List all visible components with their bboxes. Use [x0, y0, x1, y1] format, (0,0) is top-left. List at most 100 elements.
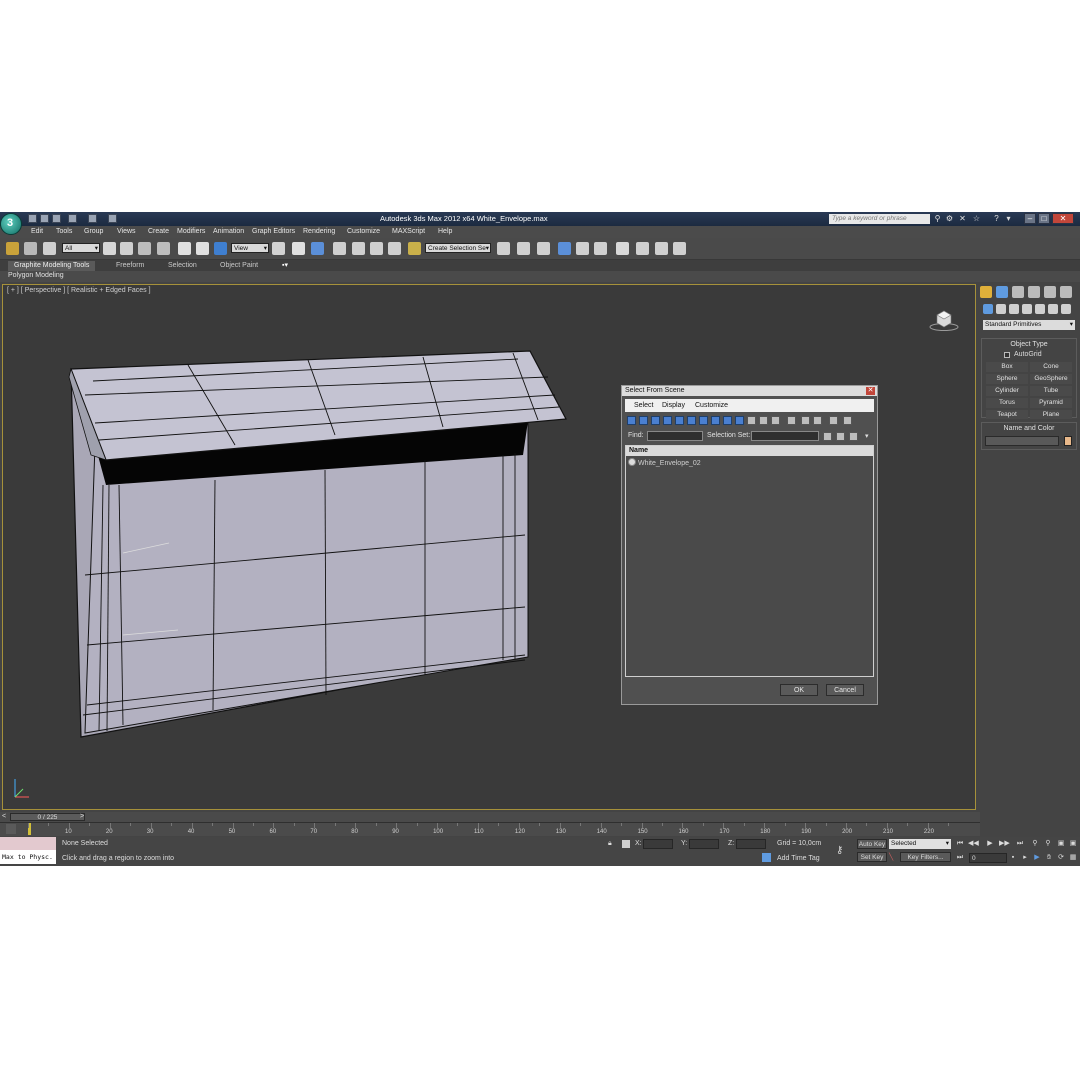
- tab-selection[interactable]: Selection: [162, 261, 203, 271]
- object-name-field[interactable]: [985, 436, 1059, 446]
- helpers-icon[interactable]: [1035, 304, 1045, 314]
- absolute-mode-icon[interactable]: [622, 840, 630, 848]
- go-to-end-icon[interactable]: ⏭: [1015, 839, 1025, 849]
- filter-icon[interactable]: [829, 416, 838, 425]
- zoom-extents-all-icon[interactable]: ▣: [1068, 839, 1078, 849]
- tube-button[interactable]: Tube: [1030, 386, 1072, 396]
- key-filters-button[interactable]: Key Filters...: [900, 852, 951, 862]
- minimize-button[interactable]: –: [1024, 213, 1036, 224]
- dialog-menu-select[interactable]: Select: [634, 402, 653, 409]
- select-none-icon[interactable]: [801, 416, 810, 425]
- maxscript-listener-input[interactable]: Max to Physc.: [0, 850, 56, 864]
- sphere-button[interactable]: Sphere: [986, 374, 1028, 384]
- zoom-extents-icon[interactable]: ▣: [1056, 839, 1066, 849]
- display-tab-icon[interactable]: [1044, 286, 1056, 298]
- play-icon[interactable]: ▶: [985, 839, 995, 849]
- scale-icon[interactable]: [214, 242, 227, 255]
- time-slider-next-icon[interactable]: >: [80, 813, 84, 820]
- maxscript-listener-top[interactable]: [0, 837, 56, 850]
- add-time-tag-button[interactable]: Add Time Tag: [777, 855, 820, 862]
- display-cameras-icon[interactable]: [663, 416, 672, 425]
- new-file-icon[interactable]: [28, 214, 37, 223]
- undo-icon[interactable]: [68, 214, 77, 223]
- go-to-start-icon[interactable]: ⏮: [955, 839, 965, 849]
- favorites-icon[interactable]: ☆: [972, 214, 981, 223]
- display-lights-icon[interactable]: [651, 416, 660, 425]
- close-button[interactable]: ✕: [1052, 213, 1074, 224]
- layer-manager-icon[interactable]: [537, 242, 550, 255]
- menu-animation[interactable]: Animation: [213, 228, 244, 235]
- pyramid-button[interactable]: Pyramid: [1030, 398, 1072, 408]
- menu-rendering[interactable]: Rendering: [303, 228, 335, 235]
- name-column-header[interactable]: Name: [626, 446, 873, 456]
- x-coordinate-field[interactable]: [643, 839, 673, 849]
- subscription-icon[interactable]: ⚙: [945, 214, 954, 223]
- graphite-toggle-icon[interactable]: [558, 242, 571, 255]
- find-wildcard-icon[interactable]: [849, 432, 858, 441]
- project-folder-icon[interactable]: [108, 214, 117, 223]
- schematic-view-icon[interactable]: [594, 242, 607, 255]
- time-slider[interactable]: < 0 / 225 >: [0, 812, 980, 822]
- display-containers-icon[interactable]: [735, 416, 744, 425]
- zoom-all-icon[interactable]: ⚲: [1043, 839, 1053, 849]
- spinner-snap-icon[interactable]: [388, 242, 401, 255]
- angle-snap-icon[interactable]: [352, 242, 365, 255]
- menu-edit[interactable]: Edit: [31, 228, 43, 235]
- menu-graph-editors[interactable]: Graph Editors: [252, 228, 295, 235]
- app-logo-icon[interactable]: 3: [0, 213, 22, 235]
- unlink-icon[interactable]: [24, 242, 37, 255]
- box-button[interactable]: Box: [986, 362, 1028, 372]
- display-all-icon[interactable]: [771, 416, 780, 425]
- display-shapes-icon[interactable]: [639, 416, 648, 425]
- render-setup-icon[interactable]: [636, 242, 649, 255]
- help-dropdown-icon[interactable]: ▾: [1004, 214, 1013, 223]
- select-manipulate-icon[interactable]: [292, 242, 305, 255]
- orbit-icon[interactable]: ⟳: [1056, 853, 1066, 863]
- object-type-title[interactable]: Object Type: [982, 340, 1076, 350]
- selection-filter-dropdown[interactable]: All: [62, 243, 100, 254]
- select-all-icon[interactable]: [787, 416, 796, 425]
- cone-button[interactable]: Cone: [1030, 362, 1072, 372]
- rotate-icon[interactable]: [196, 242, 209, 255]
- menu-modifiers[interactable]: Modifiers: [177, 228, 205, 235]
- set-key-button[interactable]: Set Key: [857, 852, 887, 862]
- render-production-icon[interactable]: [673, 242, 686, 255]
- help-search-input[interactable]: Type a keyword or phrase: [829, 214, 930, 224]
- move-icon[interactable]: [178, 242, 191, 255]
- percent-snap-icon[interactable]: [370, 242, 383, 255]
- display-hidden-icon[interactable]: [759, 416, 768, 425]
- z-coordinate-field[interactable]: [736, 839, 766, 849]
- track-bar-icon[interactable]: [6, 824, 16, 834]
- display-helpers-icon[interactable]: [675, 416, 684, 425]
- menu-create[interactable]: Create: [148, 228, 169, 235]
- display-groups-icon[interactable]: [699, 416, 708, 425]
- bind-space-warp-icon[interactable]: [43, 242, 56, 255]
- menu-help[interactable]: Help: [438, 228, 452, 235]
- menu-group[interactable]: Group: [84, 228, 103, 235]
- lock-selection-icon[interactable]: 🔒︎: [608, 840, 612, 848]
- ribbon-panel-label[interactable]: Polygon Modeling: [0, 271, 1080, 282]
- ok-button[interactable]: OK: [780, 684, 818, 696]
- filter-options-icon[interactable]: [843, 416, 852, 425]
- key-mode-toggle-icon[interactable]: ⏭: [955, 853, 965, 863]
- ribbon-options-icon[interactable]: ▪▾: [276, 261, 294, 271]
- select-invert-icon[interactable]: [813, 416, 822, 425]
- named-selection-dropdown[interactable]: Create Selection Se: [425, 243, 491, 254]
- time-slider-prev-icon[interactable]: <: [2, 813, 6, 820]
- dialog-menu-customize[interactable]: Customize: [695, 402, 728, 409]
- key-filter-icon[interactable]: ╲: [889, 853, 893, 861]
- pan-icon[interactable]: ✋︎: [1044, 853, 1054, 863]
- auto-key-button[interactable]: Auto Key: [857, 839, 887, 849]
- current-frame-field[interactable]: 0: [969, 853, 1007, 863]
- geosphere-button[interactable]: GeoSphere: [1030, 374, 1072, 384]
- display-frozen-icon[interactable]: [747, 416, 756, 425]
- autogrid-checkbox[interactable]: [1004, 352, 1010, 358]
- systems-icon[interactable]: [1061, 304, 1071, 314]
- maximize-button[interactable]: □: [1038, 213, 1050, 224]
- hierarchy-tab-icon[interactable]: [1012, 286, 1024, 298]
- y-coordinate-field[interactable]: [689, 839, 719, 849]
- curve-editor-icon[interactable]: [576, 242, 589, 255]
- pivot-center-icon[interactable]: [272, 242, 285, 255]
- display-space-warps-icon[interactable]: [687, 416, 696, 425]
- redo-icon[interactable]: [88, 214, 97, 223]
